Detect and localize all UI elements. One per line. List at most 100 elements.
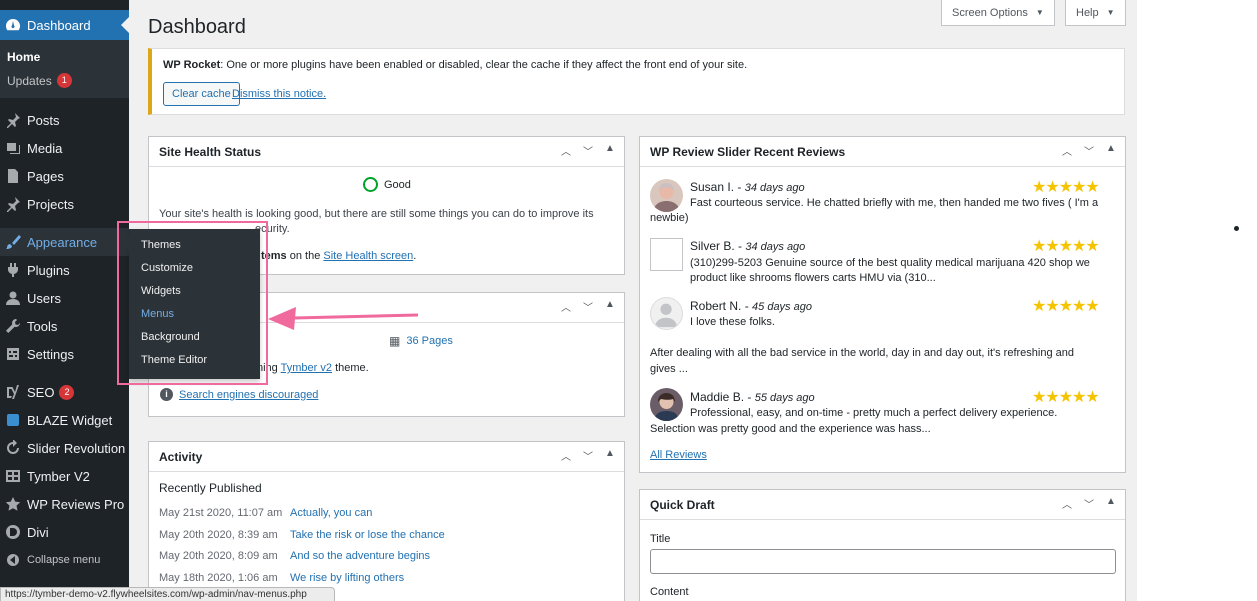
review-text: (310)299-5203 Genuine source of the best… [690, 257, 1090, 269]
review-separator: - [734, 239, 746, 253]
submenu-home[interactable]: Home [7, 50, 40, 64]
dashboard-icon [5, 17, 21, 33]
notice-brand: WP Rocket [163, 59, 221, 71]
yoast-icon [5, 384, 21, 400]
activity-post-link[interactable]: We rise by lifting others [290, 572, 404, 584]
help-button[interactable]: Help ▼ [1065, 0, 1126, 26]
search-engines-discouraged-link[interactable]: Search engines discouraged [179, 389, 318, 401]
activity-post-link[interactable]: Actually, you can [290, 507, 372, 519]
widget-header: Site Health Status ︿ ﹀ ▲ [149, 137, 624, 167]
sidebar-item-projects[interactable]: Projects [0, 190, 129, 218]
toggle-panel-icon[interactable]: ▲ [604, 299, 616, 314]
sidebar-item-label: Collapse menu [27, 554, 101, 566]
clear-cache-button[interactable]: Clear cache [163, 82, 240, 106]
reviewer-name: Robert N. [690, 299, 742, 313]
move-down-icon[interactable]: ﹀ [1083, 143, 1095, 158]
widget-controls: ︿ ﹀ ▲ [1061, 496, 1117, 511]
star-icon [5, 496, 21, 512]
health-message: Your site's health is looking good, but … [159, 208, 594, 220]
period: . [413, 250, 417, 262]
sidebar-item-label: Tymber V2 [27, 468, 90, 484]
toggle-panel-icon[interactable]: ▲ [1105, 496, 1117, 511]
review-age: 34 days ago [745, 241, 806, 253]
sidebar-item-appearance[interactable]: Appearance [0, 228, 129, 256]
toggle-panel-icon[interactable]: ▲ [604, 448, 616, 463]
settings-icon [5, 346, 21, 362]
sidebar-item-blaze-widget[interactable]: BLAZE Widget [0, 406, 129, 434]
toggle-panel-icon[interactable]: ▲ [1105, 143, 1117, 158]
move-up-icon[interactable]: ︿ [560, 299, 572, 314]
plug-icon [5, 262, 21, 278]
sidebar-item-seo[interactable]: SEO 2 [0, 378, 129, 406]
toggle-panel-icon[interactable]: ▲ [604, 143, 616, 158]
quick-draft-widget: Quick Draft ︿ ﹀ ▲ Title Content [639, 489, 1126, 601]
review-age: 55 days ago [754, 392, 815, 404]
pin-icon [5, 112, 21, 128]
sidebar-item-plugins[interactable]: Plugins [0, 256, 129, 284]
reviewer-name: Silver B. [690, 239, 735, 253]
sidebar-item-wp-reviews-pro[interactable]: WP Reviews Pro [0, 490, 129, 518]
browser-status-bar: https://tymber-demo-v2.flywheelsites.com… [0, 587, 335, 601]
widget-controls: ︿ ﹀ ▲ [1061, 143, 1117, 158]
sidebar-item-posts[interactable]: Posts [0, 106, 129, 134]
sidebar-item-settings[interactable]: Settings [0, 340, 129, 368]
notice-text: WP Rocket: One or more plugins have been… [163, 59, 747, 71]
review-separator: - [741, 299, 753, 313]
notice-message: : One or more plugins have been enabled … [220, 59, 748, 71]
activity-post-link[interactable]: Take the risk or lose the chance [290, 529, 445, 541]
activity-date: May 20th 2020, 8:09 am [159, 550, 278, 562]
activity-post-link[interactable]: And so the adventure begins [290, 550, 430, 562]
move-down-icon[interactable]: ﹀ [582, 143, 594, 158]
move-up-icon[interactable]: ︿ [560, 143, 572, 158]
cursor-dot-icon [1234, 226, 1239, 231]
pages-count-link[interactable]: 36 Pages [406, 335, 452, 347]
review-text: I love these folks. [690, 316, 775, 328]
sidebar-item-slider-revolution[interactable]: Slider Revolution [0, 434, 129, 462]
collapse-menu-button[interactable]: Collapse menu [0, 546, 129, 574]
move-up-icon[interactable]: ︿ [1061, 496, 1073, 511]
review-age: 34 days ago [744, 182, 805, 194]
collapse-icon [5, 552, 21, 568]
sidebar-item-dashboard[interactable]: Dashboard [0, 10, 129, 40]
sidebar-item-pages[interactable]: Pages [0, 162, 129, 190]
pages-count[interactable]: ▦ 36 Pages [389, 334, 453, 348]
sidebar-item-tymber-v2[interactable]: Tymber V2 [0, 462, 129, 490]
sidebar-item-label: Dashboard [27, 17, 91, 33]
move-down-icon[interactable]: ﹀ [582, 299, 594, 314]
sidebar-item-tools[interactable]: Tools [0, 312, 129, 340]
move-down-icon[interactable]: ﹀ [1083, 496, 1095, 511]
sidebar-item-users[interactable]: Users [0, 284, 129, 312]
sidebar-item-media[interactable]: Media [0, 134, 129, 162]
theme-link[interactable]: Tymber v2 [281, 362, 332, 374]
reviewer-name: Maddie B. [690, 390, 745, 404]
sidebar-item-label: Tools [27, 318, 58, 334]
review-text: Professional, easy, and on-time - pretty… [690, 407, 1058, 419]
widget-header: Activity ︿ ﹀ ▲ [149, 442, 624, 472]
screen-options-button[interactable]: Screen Options ▼ [941, 0, 1055, 26]
move-up-icon[interactable]: ︿ [1061, 143, 1073, 158]
review-header: Silver B. - 34 days ago [690, 239, 805, 253]
move-down-icon[interactable]: ﹀ [582, 448, 594, 463]
brush-icon [5, 234, 21, 250]
user-icon [5, 290, 21, 306]
activity-date: May 18th 2020, 1:06 am [159, 572, 278, 584]
draft-title-input[interactable] [650, 549, 1116, 574]
sidebar-item-label: Plugins [27, 262, 70, 278]
widget-title: Quick Draft [650, 498, 715, 512]
sidebar-item-label: Users [27, 290, 61, 306]
submenu-updates[interactable]: Updates 1 [7, 73, 72, 88]
move-up-icon[interactable]: ︿ [560, 448, 572, 463]
recently-published-heading: Recently Published [159, 481, 262, 495]
all-reviews-link[interactable]: All Reviews [650, 449, 707, 461]
media-icon [5, 140, 21, 156]
health-items-line: tems on the Site Health screen. [261, 250, 416, 262]
site-health-screen-link[interactable]: Site Health screen [323, 250, 413, 262]
sidebar-item-divi[interactable]: Divi [0, 518, 129, 546]
dismiss-notice-link[interactable]: Dismiss this notice. [232, 88, 326, 100]
recent-reviews-widget: WP Review Slider Recent Reviews ︿ ﹀ ▲ Susa… [639, 136, 1126, 473]
updates-count-badge: 1 [56, 73, 72, 88]
admin-sidebar: Dashboard Home Updates 1 Posts Media Page… [0, 0, 129, 601]
widget-title: Site Health Status [159, 145, 262, 159]
review-age: 45 days ago [752, 301, 812, 313]
annotation-arrow-icon [268, 307, 418, 330]
